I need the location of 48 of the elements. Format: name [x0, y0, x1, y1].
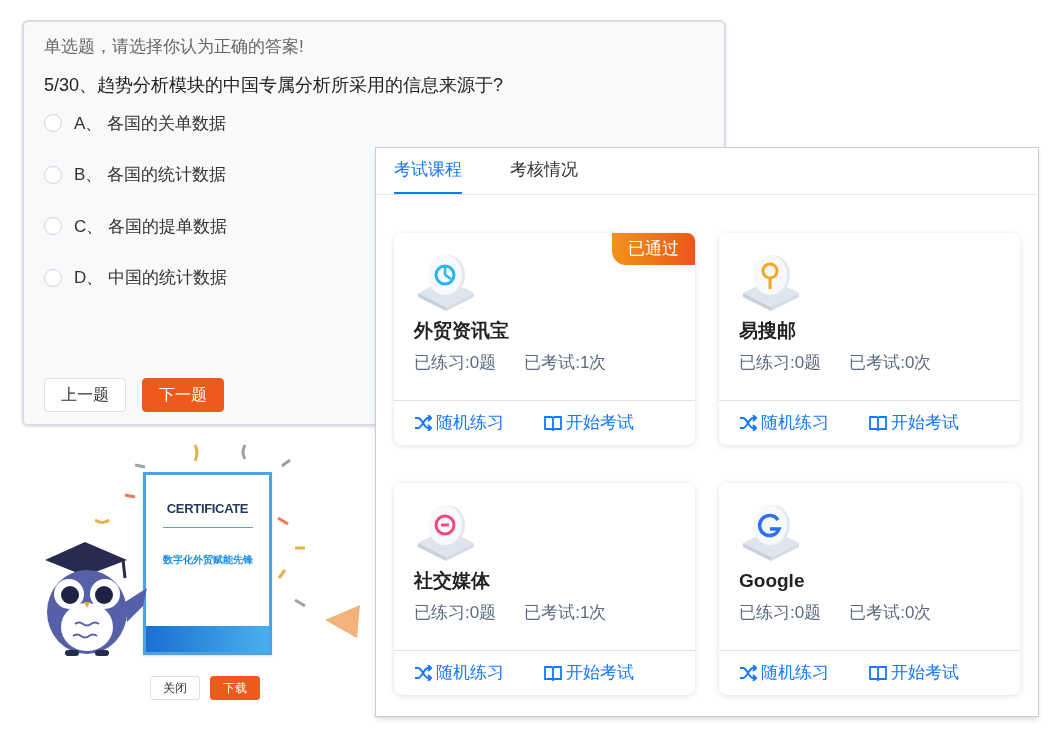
- close-button[interactable]: 关闭: [150, 676, 200, 700]
- radio-button[interactable]: [44, 268, 62, 287]
- radio-button[interactable]: [44, 165, 62, 184]
- download-button[interactable]: 下载: [210, 676, 260, 700]
- course-title: 外贸资讯宝: [414, 319, 510, 343]
- option-label: D、 中国的统计数据: [74, 267, 227, 289]
- tab[interactable]: 考核情况: [510, 148, 578, 194]
- book-icon: [869, 415, 887, 431]
- passed-badge: 已通过: [612, 233, 695, 265]
- exam-count: 已考试:1次: [524, 601, 607, 624]
- random-practice-link[interactable]: 随机练习: [739, 660, 829, 686]
- shuffle-icon: [739, 415, 757, 431]
- exam-count: 已考试:0次: [849, 351, 932, 374]
- course-title: Google: [739, 569, 806, 593]
- book-icon: [544, 665, 562, 681]
- shuffle-icon: [414, 665, 432, 681]
- start-exam-link[interactable]: 开始考试: [544, 410, 634, 436]
- option-label: C、 各国的提单数据: [74, 215, 227, 238]
- confetti-drawing: [95, 493, 137, 527]
- shuffle-icon: [739, 665, 757, 681]
- book-icon: [544, 415, 562, 431]
- random-practice-link[interactable]: 随机练习: [414, 660, 504, 686]
- tab[interactable]: 考试课程: [394, 148, 462, 194]
- practice-count: 已练习:0题: [739, 601, 822, 624]
- start-exam-link[interactable]: 开始考试: [544, 660, 634, 686]
- radio-button[interactable]: [44, 217, 62, 236]
- certificate-heading: CERTIFICATE: [166, 500, 249, 518]
- exam-count: 已考试:0次: [849, 601, 932, 624]
- course-title: 易搜邮: [739, 319, 797, 343]
- random-practice-link[interactable]: 随机练习: [739, 410, 829, 436]
- practice-count: 已练习:0题: [414, 601, 497, 624]
- question-instruction: 单选题，请选择你认为正确的答案!: [44, 36, 305, 58]
- previous-button[interactable]: 上一题: [44, 378, 126, 412]
- option-label: B、 各国的统计数据: [74, 164, 227, 186]
- random-practice-link[interactable]: 随机练习: [414, 410, 504, 436]
- start-exam-link[interactable]: 开始考试: [869, 660, 959, 686]
- start-exam-link[interactable]: 开始考试: [869, 410, 959, 436]
- next-button[interactable]: 下一题: [142, 378, 224, 412]
- radio-button[interactable]: [44, 114, 62, 133]
- exam-count: 已考试:1次: [524, 351, 607, 374]
- course-title: 社交媒体: [414, 569, 491, 593]
- practice-count: 已练习:0题: [739, 351, 822, 374]
- option-label: A、 各国的关单数据: [74, 112, 227, 135]
- question-text: 5/30、趋势分析模块的中国专属分析所采用的信息来源于?: [44, 73, 505, 97]
- certificate-title: 数字化外贸赋能先锋: [162, 552, 253, 567]
- book-icon: [869, 665, 887, 681]
- practice-count: 已练习:0题: [414, 351, 497, 374]
- shuffle-icon: [414, 415, 432, 431]
